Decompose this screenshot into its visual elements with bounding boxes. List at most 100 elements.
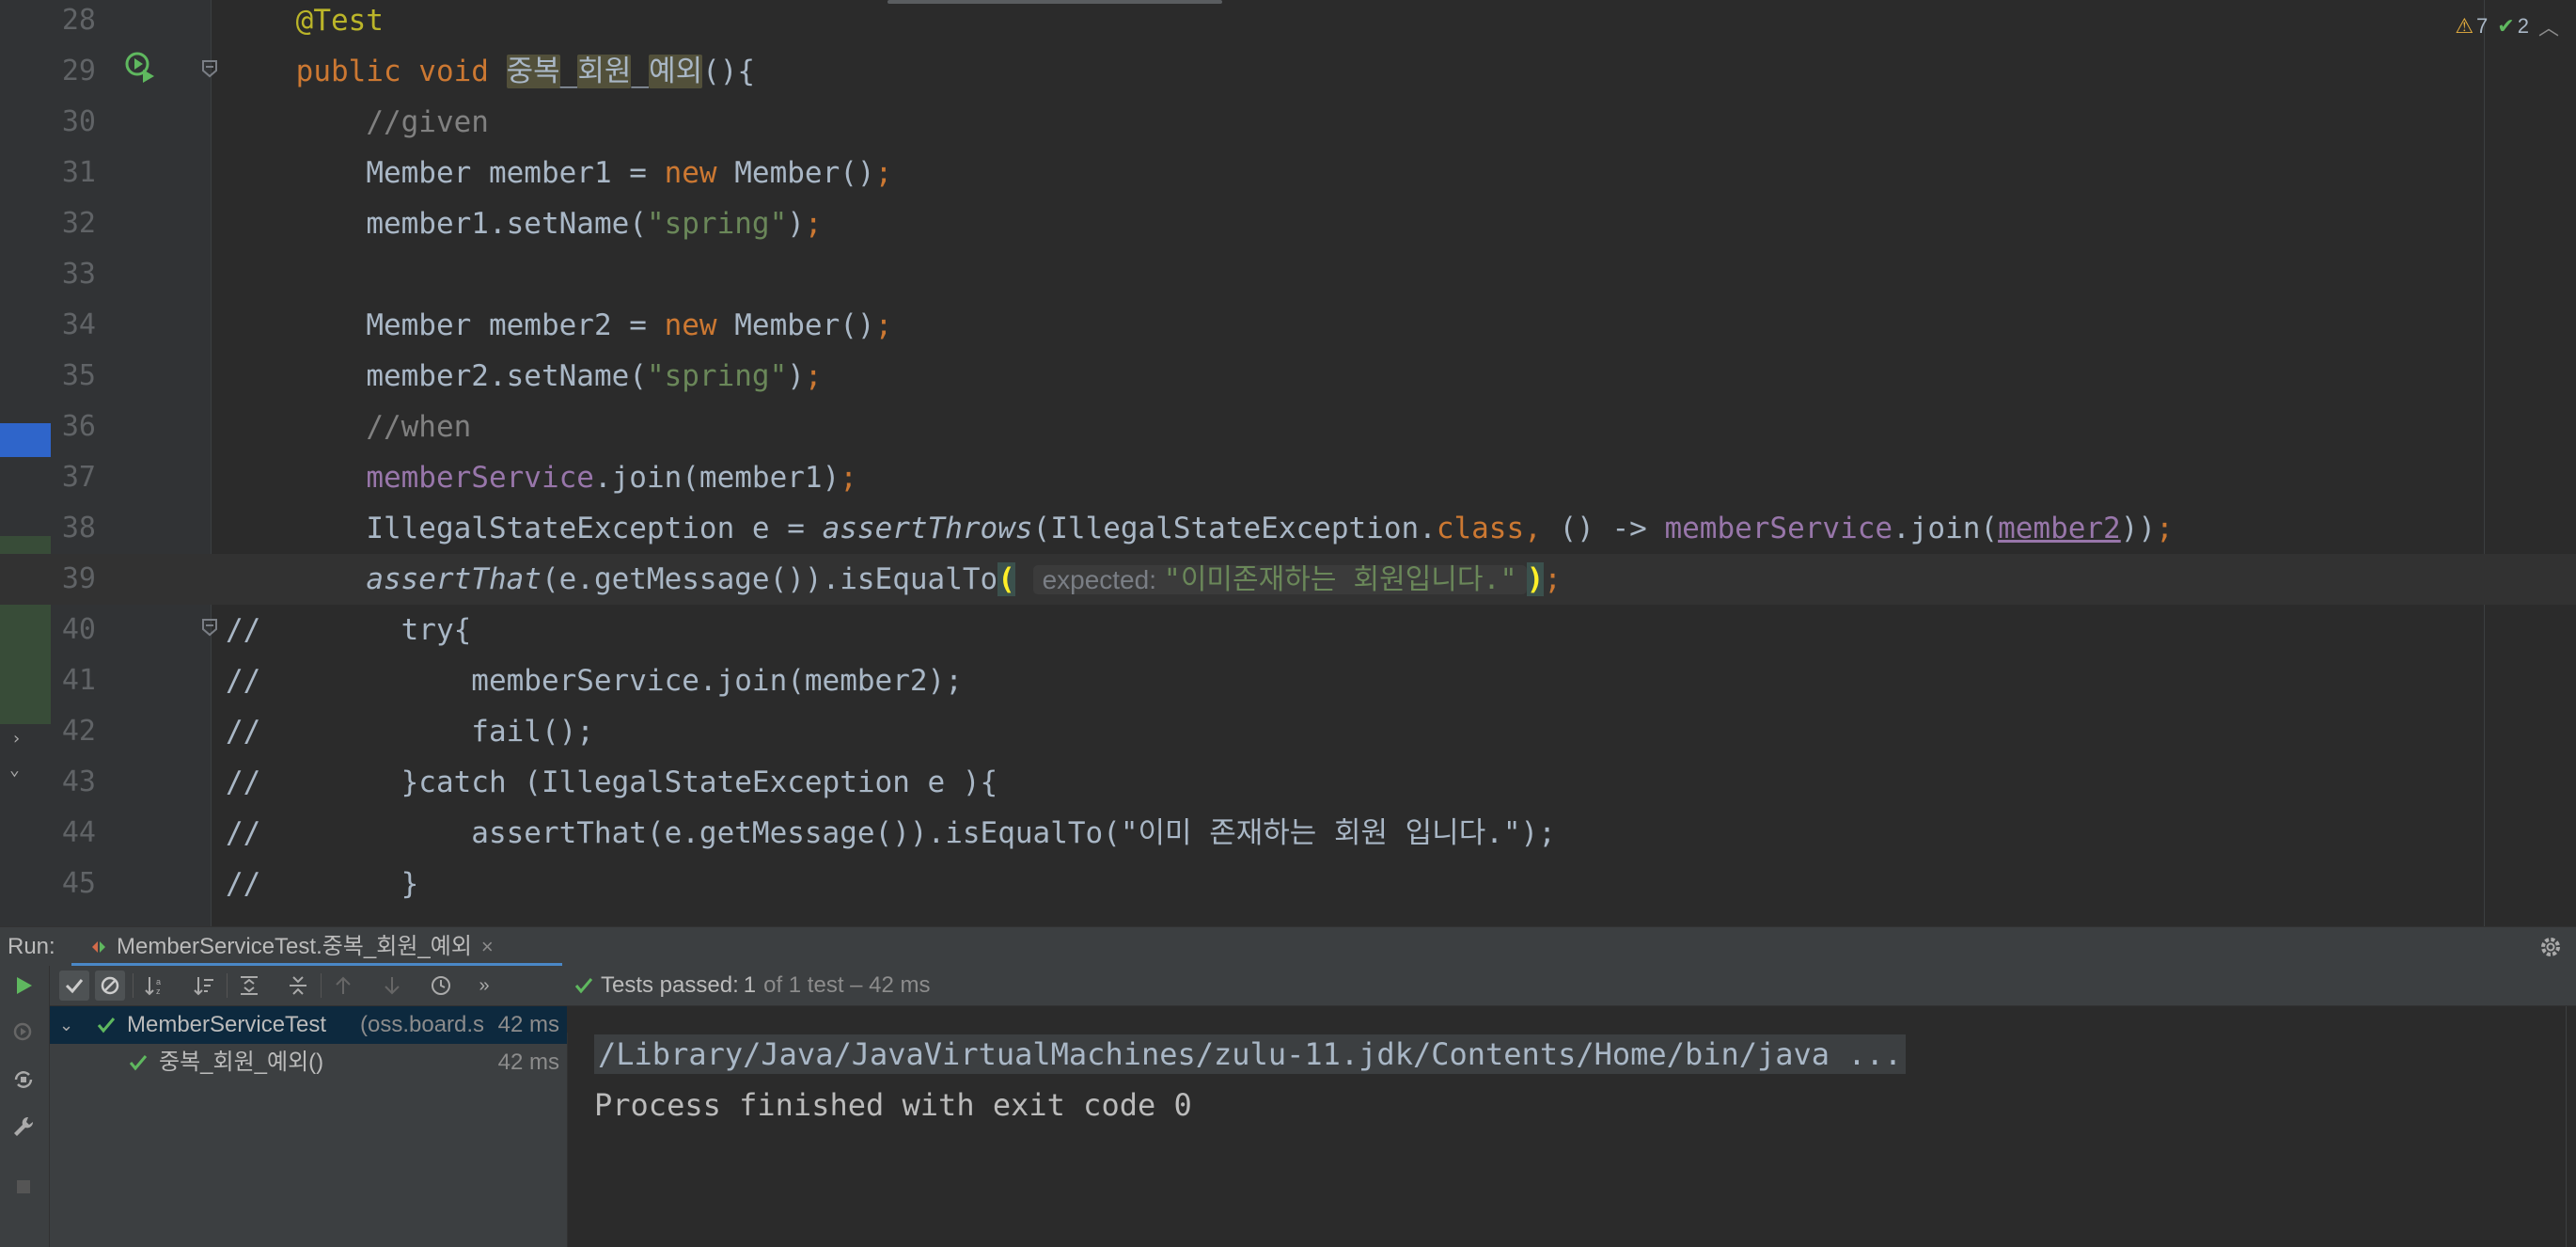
more-actions-button[interactable]: » <box>469 971 499 1001</box>
fold-icon[interactable] <box>199 617 220 638</box>
line-number: 30 <box>61 105 96 138</box>
run-tab[interactable]: MemberServiceTest.중복_회원_예외 × <box>90 927 494 967</box>
line-number: 35 <box>61 359 96 392</box>
stop-icon[interactable] <box>11 1175 36 1199</box>
sort-duration-button[interactable] <box>189 971 219 1001</box>
tree-row-test[interactable]: 중복_회원_예외() 42 ms <box>50 1044 567 1081</box>
show-passed-button[interactable] <box>59 971 89 1001</box>
line-number: 42 <box>61 715 96 748</box>
chevron-down-icon[interactable]: ⌄ <box>59 1006 73 1044</box>
check-icon: ✔ <box>2497 14 2515 38</box>
code-line[interactable]: 37 memberService.join(member1); <box>0 452 2576 503</box>
close-icon[interactable]: × <box>481 927 494 967</box>
tree-test-name: 중복_회원_예외() <box>159 1050 324 1075</box>
code-line[interactable]: 36 //when <box>0 402 2576 452</box>
run-test-gutter-icon[interactable] <box>124 51 156 83</box>
check-count: ✔ 2 <box>2497 14 2529 38</box>
code-line[interactable]: 44 // assertThat(e.getMessage()).isEqualT… <box>0 808 2576 859</box>
wrench-icon[interactable] <box>11 1114 36 1139</box>
parameter-hint: expected: "이미존재하는 회원입니다." <box>1032 563 1527 596</box>
code-text: @Test <box>295 4 384 38</box>
check-icon <box>97 1018 116 1034</box>
line-number: 31 <box>61 156 96 189</box>
line-number: 28 <box>61 4 96 37</box>
tree-suite-package: (oss.board.s <box>360 1012 485 1037</box>
code-text: //when <box>366 410 472 444</box>
code-line[interactable]: 40 // try{ <box>0 605 2576 655</box>
collapse-all-button[interactable] <box>283 971 313 1001</box>
line-number: 36 <box>61 410 96 443</box>
double-chevron-icon: » <box>479 974 490 996</box>
rerun-failed-icon[interactable] <box>11 1020 36 1045</box>
code-text: // }catch (IllegalStateException e ){ <box>226 766 998 799</box>
run-side-toolbar <box>0 966 50 1247</box>
code-line[interactable]: 39 assertThat(e.getMessage()).isEqualTo(… <box>0 554 2576 605</box>
code-text: // fail(); <box>226 715 594 749</box>
code-text: IllegalStateException e = assertThrows(I… <box>366 512 2174 545</box>
svg-text:z: z <box>156 987 161 996</box>
console-result-line: Process finished with exit code 0 <box>594 1087 1192 1123</box>
warning-icon: ⚠ <box>2455 14 2474 38</box>
run-tab-title: MemberServiceTest.중복_회원_예외 <box>117 934 472 959</box>
code-line[interactable]: 32 member1.setName("spring"); <box>0 198 2576 249</box>
tree-row-suite[interactable]: ⌄ MemberServiceTest (oss.board.s 42 ms <box>50 1006 567 1044</box>
code-line[interactable]: 30 //given <box>0 97 2576 148</box>
code-editor[interactable]: › ⌄ 28 @Test 29 public void 중복_회원_예외(){30… <box>0 0 2576 926</box>
toggle-auto-test-icon[interactable] <box>11 1067 36 1092</box>
code-text: member2.setName("spring"); <box>366 359 823 393</box>
tree-suite-time: 42 ms <box>497 1012 559 1037</box>
code-line[interactable]: 41 // memberService.join(member2); <box>0 655 2576 706</box>
check-icon <box>65 979 84 994</box>
fold-icon[interactable] <box>199 58 220 79</box>
code-line[interactable]: 43 // }catch (IllegalStateException e ){ <box>0 757 2576 808</box>
test-history-button[interactable] <box>426 971 456 1001</box>
previous-failed-button[interactable] <box>328 971 358 1001</box>
rerun-icon[interactable] <box>11 973 36 998</box>
line-number: 34 <box>61 308 96 341</box>
inspection-widget[interactable]: ⚠ 7 ✔ 2 ︿ <box>2455 11 2559 41</box>
code-text: // assertThat(e.getMessage()).isEqualTo(… <box>226 816 1556 850</box>
sort-alphabetically-icon: az <box>145 977 161 996</box>
code-text: // memberService.join(member2); <box>226 664 963 698</box>
run-label: Run: <box>8 934 55 959</box>
line-number: 40 <box>61 613 96 646</box>
code-line[interactable]: 38 IllegalStateException e = assertThrow… <box>0 503 2576 554</box>
sort-alpha-button[interactable]: az <box>140 971 170 1001</box>
code-text: assertThat(e.getMessage()).isEqualTo( ex… <box>366 562 1562 596</box>
show-ignored-button[interactable] <box>95 971 125 1001</box>
gear-icon[interactable] <box>2537 933 2565 961</box>
code-text: //given <box>366 105 489 139</box>
toolbar-separator <box>321 973 322 998</box>
code-line[interactable]: 45 // } <box>0 859 2576 909</box>
code-text: member1.setName("spring"); <box>366 207 823 241</box>
sort-by-duration-icon <box>194 977 213 996</box>
console-output[interactable]: /Library/Java/JavaVirtualMachines/zulu-1… <box>568 1006 2576 1247</box>
test-status: Tests passed: 1 of 1 test – 42 ms <box>574 966 931 1005</box>
line-number: 43 <box>61 766 96 798</box>
test-runner-toolbar: az » Tests passed: 1 of 1 test – 42 ms <box>50 966 2576 1006</box>
expand-all-button[interactable] <box>234 971 264 1001</box>
expand-all-icon <box>241 976 258 995</box>
tests-passed-count: 1 <box>743 972 757 998</box>
code-line[interactable]: 29 public void 중복_회원_예외(){ <box>0 46 2576 97</box>
toolbar-separator <box>227 973 228 998</box>
code-line[interactable]: 42 // fail(); <box>0 706 2576 757</box>
code-line[interactable]: 35 member2.setName("spring"); <box>0 351 2576 402</box>
code-text: Member member2 = new Member(); <box>366 308 893 342</box>
chevron-up-icon[interactable]: ︿ <box>2538 11 2559 41</box>
code-line[interactable]: 31 Member member1 = new Member(); <box>0 148 2576 198</box>
code-line[interactable]: 34 Member member2 = new Member(); <box>0 300 2576 351</box>
tests-passed-label: Tests passed: <box>601 972 739 998</box>
vertical-scrollbar[interactable] <box>2566 1006 2576 1247</box>
tree-suite-name: MemberServiceTest <box>127 1012 327 1037</box>
warning-count: ⚠ 7 <box>2455 14 2489 38</box>
arrow-up-icon <box>336 976 351 994</box>
code-line[interactable]: 33 <box>0 249 2576 300</box>
next-failed-button[interactable] <box>377 971 407 1001</box>
test-results-tree[interactable]: ⌄ MemberServiceTest (oss.board.s 42 ms 중… <box>50 1006 568 1247</box>
console-command-line[interactable]: /Library/Java/JavaVirtualMachines/zulu-1… <box>594 1034 1907 1074</box>
clock-icon <box>432 976 450 995</box>
line-number: 41 <box>61 664 96 697</box>
code-line[interactable]: 28 @Test <box>0 0 2576 46</box>
